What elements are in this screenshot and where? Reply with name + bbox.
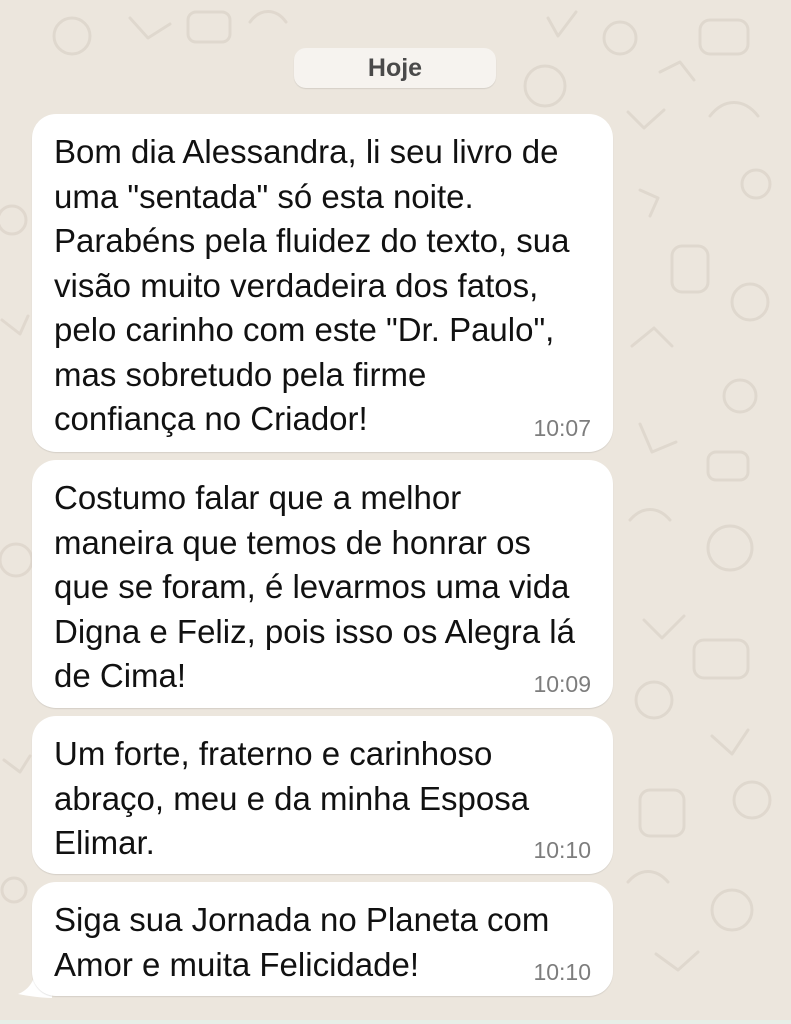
message-timestamp: 10:09 — [533, 671, 591, 697]
message-bubble[interactable]: Costumo falar que a melhor maneira que t… — [32, 460, 613, 708]
message-timestamp: 10:07 — [533, 415, 591, 441]
bottom-divider — [0, 1020, 791, 1024]
message-timestamp: 10:10 — [533, 837, 591, 863]
message-timestamp: 10:10 — [533, 959, 591, 985]
message-text: Bom dia Alessandra, li seu livro de uma … — [54, 133, 570, 437]
date-separator: Hoje — [294, 48, 496, 88]
message-text: Costumo falar que a melhor maneira que t… — [54, 479, 575, 694]
message-bubble[interactable]: Siga sua Jornada no Planeta com Amor e m… — [32, 882, 613, 996]
message-text: Um forte, fraterno e carinhoso abraço, m… — [54, 735, 530, 861]
message-text: Siga sua Jornada no Planeta com Amor e m… — [54, 901, 550, 983]
message-bubble[interactable]: Um forte, fraterno e carinhoso abraço, m… — [32, 716, 613, 874]
message-bubble[interactable]: Bom dia Alessandra, li seu livro de uma … — [32, 114, 613, 452]
